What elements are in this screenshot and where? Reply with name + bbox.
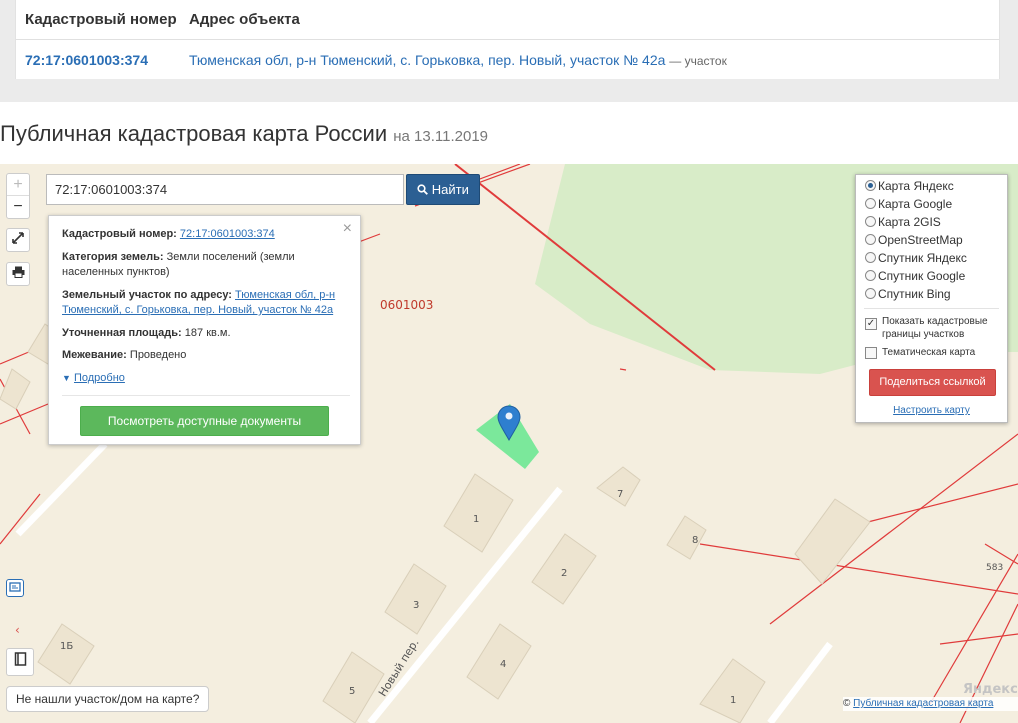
print-button[interactable]: [6, 262, 30, 286]
house-number: 7: [617, 489, 624, 500]
plot-info-popup: × Кадастровый номер: 72:17:0601003:374 К…: [48, 215, 361, 445]
layer-label: Спутник Google: [878, 269, 966, 283]
info-row-area: Уточненная площадь: 187 кв.м.: [62, 326, 350, 341]
info-row-survey: Межевание: Проведено: [62, 348, 350, 363]
details-link[interactable]: Подробно: [74, 372, 125, 384]
not-found-button[interactable]: Не нашли участок/дом на карте?: [6, 686, 209, 712]
info-row-land-category: Категория земель: Земли поселений (земли…: [62, 250, 350, 280]
details-toggle[interactable]: ▼ Подробно: [62, 372, 125, 384]
layer-bing-satellite[interactable]: Спутник Bing: [865, 287, 951, 304]
layer-label: Спутник Bing: [878, 287, 951, 301]
radio-icon[interactable]: [865, 234, 876, 245]
info-label: Межевание:: [62, 349, 127, 361]
cadastral-map[interactable]: 0601003 1 2 3 4 5 7 8 1Б 1 583 Новый пер…: [0, 164, 1018, 723]
layer-label: Карта Google: [878, 197, 953, 211]
zoom-out-button[interactable]: −: [7, 196, 29, 218]
address-cell[interactable]: Тюменская обл, р-н Тюменский, с. Горьков…: [189, 52, 727, 68]
radio-icon[interactable]: [865, 216, 876, 227]
share-link-button[interactable]: Поделиться ссылкой: [869, 369, 996, 396]
house-number: 1: [730, 695, 737, 706]
info-value: Проведено: [129, 349, 187, 361]
radio-icon[interactable]: [865, 288, 876, 299]
configure-map-link[interactable]: Настроить карту: [856, 405, 1007, 416]
info-row-address: Земельный участок по адресу: Тюменская о…: [62, 288, 350, 318]
attribution-link[interactable]: Публичная кадастровая карта: [853, 698, 993, 709]
map-layers-panel: Карта Яндекс Карта Google Карта 2GIS Ope…: [855, 174, 1008, 423]
info-label: Земельный участок по адресу:: [62, 289, 232, 301]
map-attribution: © Публичная кадастровая карта: [843, 697, 1018, 711]
house-number: 4: [500, 659, 507, 670]
info-value: 187 кв.м.: [184, 327, 231, 339]
info-label: Кадастровый номер:: [62, 228, 177, 240]
address-link[interactable]: Тюменская обл, р-н Тюменский, с. Горьков…: [189, 52, 665, 68]
show-boundaries-checkbox[interactable]: ✓: [865, 318, 877, 330]
results-table: Кадастровый номер Адрес объекта 72:17:06…: [15, 0, 1000, 79]
thematic-map-label: Тематическая карта: [882, 347, 976, 358]
radio-icon[interactable]: [865, 252, 876, 263]
layers-icon: [9, 582, 21, 592]
header-cadastral-number: Кадастровый номер: [25, 11, 177, 28]
layer-openstreetmap[interactable]: OpenStreetMap: [865, 233, 963, 250]
caret-down-icon: ▼: [62, 373, 71, 383]
house-number: 1: [473, 514, 480, 525]
plot-number-label: 583: [986, 563, 1004, 573]
layer-google-satellite[interactable]: Спутник Google: [865, 269, 965, 286]
bookmark-button[interactable]: [6, 648, 34, 676]
thematic-map-checkbox[interactable]: [865, 347, 877, 359]
radio-icon[interactable]: [865, 180, 876, 191]
layer-label: OpenStreetMap: [878, 233, 963, 247]
cadastral-search-input[interactable]: [46, 174, 404, 205]
page-title: Публичная кадастровая карта России на 13…: [0, 121, 488, 147]
divider: [864, 308, 999, 309]
layer-2gis-map[interactable]: Карта 2GIS: [865, 215, 941, 232]
layer-yandex-satellite[interactable]: Спутник Яндекс: [865, 251, 967, 268]
chevron-left-icon[interactable]: ‹: [15, 623, 20, 637]
zoom-in-button[interactable]: +: [7, 174, 29, 196]
house-number: 5: [349, 686, 356, 697]
layer-label: Карта Яндекс: [878, 179, 954, 193]
quarter-label: 0601003: [380, 298, 434, 312]
table-header: Кадастровый номер Адрес объекта: [16, 0, 999, 40]
header-address: Адрес объекта: [189, 11, 300, 28]
fullscreen-button[interactable]: [6, 228, 30, 252]
layer-label: Карта 2GIS: [878, 215, 941, 229]
attribution-prefix: ©: [843, 698, 854, 709]
house-number: 8: [692, 535, 699, 546]
page-title-text: Публичная кадастровая карта России: [0, 121, 388, 146]
house-number: 3: [413, 600, 420, 611]
info-label: Уточненная площадь:: [62, 327, 182, 339]
object-type: — участок: [669, 54, 727, 68]
search-icon: [417, 184, 429, 195]
search-button[interactable]: Найти: [406, 174, 480, 205]
ruler-button[interactable]: [6, 579, 24, 597]
divider: [62, 395, 350, 396]
radio-icon[interactable]: [865, 198, 876, 209]
layer-google-map[interactable]: Карта Google: [865, 197, 952, 214]
layer-yandex-map[interactable]: Карта Яндекс: [865, 179, 954, 196]
printer-icon: [12, 266, 24, 278]
book-icon: [14, 652, 26, 666]
house-number: 1Б: [60, 641, 74, 652]
search-button-label: Найти: [431, 182, 469, 197]
layer-label: Спутник Яндекс: [878, 251, 967, 265]
search-results-panel: Кадастровый номер Адрес объекта 72:17:06…: [0, 0, 1018, 102]
table-row[interactable]: 72:17:0601003:374 Тюменская обл, р-н Тюм…: [16, 40, 999, 79]
radio-icon[interactable]: [865, 270, 876, 281]
cadastral-number-link[interactable]: 72:17:0601003:374: [180, 228, 275, 240]
house-number: 2: [561, 568, 568, 579]
show-boundaries-label: Показать кадастровые границы участков: [882, 316, 988, 340]
yandex-logo: Яндекс: [963, 682, 1018, 697]
expand-icon: [12, 232, 24, 244]
info-label: Категория земель:: [62, 251, 164, 263]
zoom-control[interactable]: + −: [6, 173, 30, 219]
page-date: на 13.11.2019: [393, 128, 489, 145]
info-row-cadastral-number: Кадастровый номер: 72:17:0601003:374: [62, 227, 350, 242]
view-documents-button[interactable]: Посмотреть доступные документы: [80, 406, 329, 436]
cadastral-number-link[interactable]: 72:17:0601003:374: [25, 52, 148, 68]
